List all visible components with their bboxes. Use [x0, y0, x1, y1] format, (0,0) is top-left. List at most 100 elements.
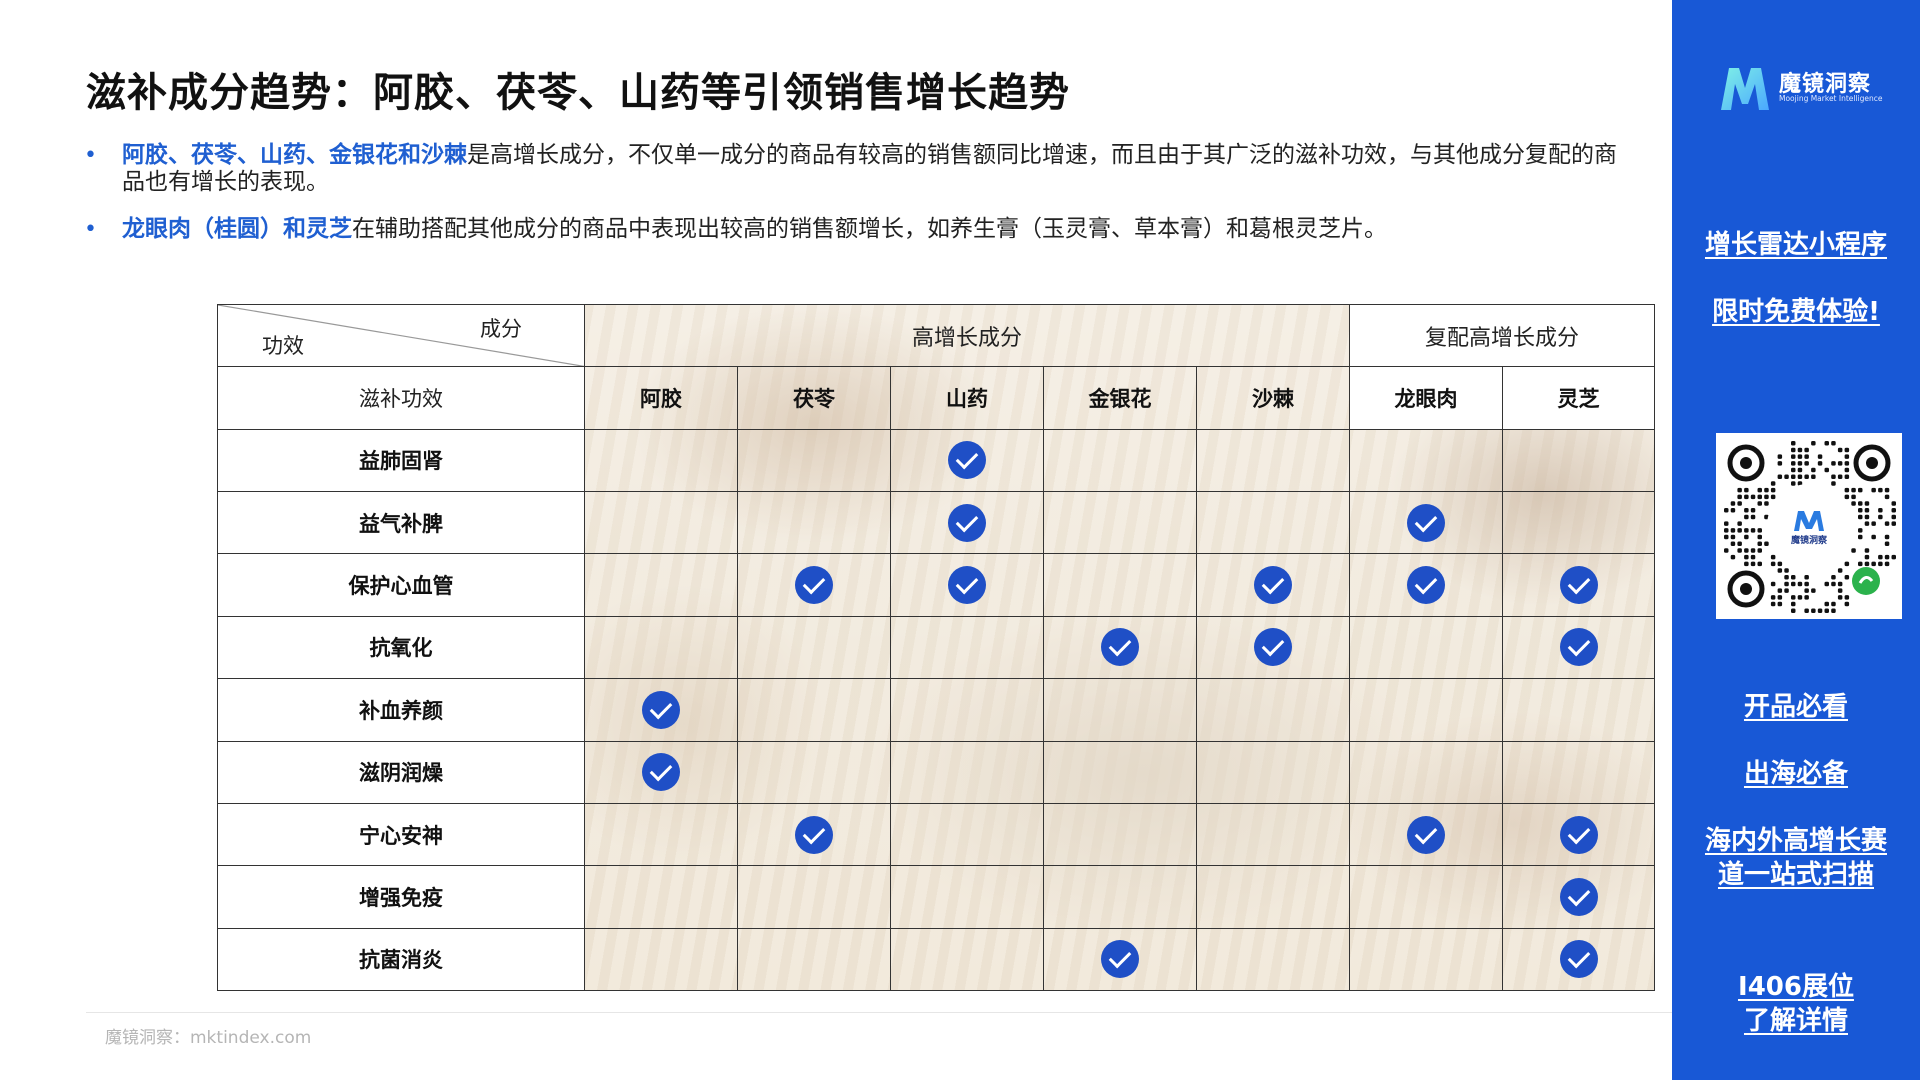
- effect-label: 益肺固肾: [217, 428, 585, 493]
- table-row: 益气补脾: [217, 491, 1656, 555]
- link-growth-radar[interactable]: 增长雷达小程序: [1672, 228, 1920, 262]
- link-growth-track-line2[interactable]: 道一站式扫描: [1672, 858, 1920, 892]
- link-free-trial[interactable]: 限时免费体验!: [1672, 295, 1920, 329]
- grid-cell: [584, 740, 738, 804]
- check-icon: [948, 566, 986, 605]
- table-row: 增强免疫: [217, 865, 1656, 929]
- page-title: 滋补成分趋势：阿胶、茯苓、山药等引领销售增长趋势: [86, 70, 1070, 116]
- logo-subtitle: Moojing Market Intelligence: [1779, 94, 1883, 103]
- grid-cell: [1349, 428, 1503, 493]
- effect-label: 保护心血管: [217, 553, 585, 617]
- column-header: 阿胶: [584, 366, 738, 430]
- effect-subheader: 滋补功效: [217, 366, 585, 430]
- link-overseas[interactable]: 出海必备: [1672, 757, 1920, 791]
- check-icon: [948, 503, 986, 542]
- group-header-row: 成分 功效 高增长成分 复配高增长成分: [217, 303, 1656, 368]
- grid-cell: [1501, 553, 1656, 617]
- grid-cell: [584, 865, 738, 929]
- grid-cell: [1349, 615, 1503, 680]
- grid-cell: [890, 740, 1044, 804]
- column-header-row: 滋补功效 阿胶 茯苓 山药 金银花 沙棘 龙眼肉 灵芝: [217, 366, 1656, 430]
- grid-cell: [584, 802, 738, 867]
- group-high-growth: 高增长成分: [584, 303, 1350, 368]
- grid-cell: [890, 428, 1044, 493]
- corner-effect-label: 功效: [262, 334, 304, 359]
- grid-cell: [737, 553, 891, 617]
- bullet-highlight: 阿胶、茯苓、山药、金银花和沙棘: [122, 142, 467, 168]
- check-icon: [1559, 566, 1598, 605]
- grid-cell: [1043, 927, 1197, 991]
- grid-cell: [890, 491, 1044, 555]
- link-growth-track-line1[interactable]: 海内外高增长赛: [1672, 824, 1920, 858]
- effect-label: 滋阴润燥: [217, 740, 585, 804]
- check-icon: [642, 753, 680, 792]
- promo-sidebar: 魔镜洞察 Moojing Market Intelligence 增长雷达小程序…: [1672, 0, 1920, 1080]
- table-row: 保护心血管: [217, 553, 1656, 617]
- grid-cell: [1196, 428, 1350, 493]
- bullet-list: • 阿胶、茯苓、山药、金银花和沙棘是高增长成分，不仅单一成分的商品有较高的销售额同…: [84, 142, 1624, 263]
- grid-cell: [1501, 678, 1656, 742]
- corner-cell: 成分 功效: [217, 303, 585, 368]
- check-icon: [1254, 566, 1292, 605]
- grid-cell: [737, 678, 891, 742]
- effect-label: 补血养颜: [217, 678, 585, 742]
- column-header: 山药: [890, 366, 1044, 430]
- bullet-text: 在辅助搭配其他成分的商品中表现出较高的销售额增长，如养生膏（玉灵膏、草本膏）和葛…: [352, 216, 1387, 242]
- grid-cell: [1043, 615, 1197, 680]
- check-icon: [1559, 940, 1598, 979]
- check-icon: [1407, 503, 1445, 542]
- grid-cell: [1501, 428, 1656, 493]
- grid-cell: [1043, 740, 1197, 804]
- grid-cell: [1349, 491, 1503, 555]
- grid-cell: [737, 491, 891, 555]
- check-icon: [642, 690, 680, 729]
- group-combo-high-growth: 复配高增长成分: [1348, 303, 1656, 368]
- grid-cell: [737, 740, 891, 804]
- grid-cell: [1349, 678, 1503, 742]
- qr-pattern: [1724, 441, 1896, 613]
- grid-cell: [737, 802, 891, 867]
- column-header: 灵芝: [1501, 366, 1656, 430]
- effect-label: 宁心安神: [217, 802, 585, 867]
- grid-cell: [1501, 865, 1656, 929]
- table-row: 滋阴润燥: [217, 740, 1656, 804]
- grid-cell: [584, 927, 738, 991]
- brand-logo: 魔镜洞察 Moojing Market Intelligence: [1717, 60, 1887, 116]
- grid-cell: [1196, 553, 1350, 617]
- bullet-highlight: 龙眼肉（桂圆）和灵芝: [122, 216, 352, 242]
- effect-label: 增强免疫: [217, 865, 585, 929]
- m-logo-icon: [1721, 68, 1769, 110]
- grid-cell: [1196, 740, 1350, 804]
- effect-label: 抗氧化: [217, 615, 585, 680]
- check-icon: [1101, 628, 1139, 667]
- link-product-dev[interactable]: 开品必看: [1672, 690, 1920, 724]
- grid-cell: [1196, 927, 1350, 991]
- qr-center-label: 魔镜洞察: [1790, 536, 1827, 546]
- grid-cell: [584, 678, 738, 742]
- bullet-dot-icon: •: [84, 143, 97, 168]
- footer-source: 魔镜洞察：mktindex.com: [105, 1028, 312, 1048]
- check-icon: [1559, 877, 1598, 916]
- effect-grid: 成分 功效 高增长成分 复配高增长成分 滋补功效 阿胶 茯苓 山药 金银花 沙棘 龙眼肉灵…: [217, 303, 1656, 991]
- table-row: 抗菌消炎: [217, 927, 1656, 991]
- grid-cell: [737, 428, 891, 493]
- qr-code[interactable]: 魔镜洞察: [1716, 433, 1902, 619]
- grid-cell: [1043, 553, 1197, 617]
- column-header: 茯苓: [737, 366, 891, 430]
- grid-cell: [737, 615, 891, 680]
- grid-cell: [1043, 491, 1197, 555]
- table-row: 宁心安神: [217, 802, 1656, 867]
- grid-cell: [1196, 802, 1350, 867]
- grid-cell: [1501, 491, 1656, 555]
- check-icon: [1254, 628, 1292, 667]
- link-booth-line1[interactable]: I406展位: [1672, 970, 1920, 1004]
- table-row: 抗氧化: [217, 615, 1656, 680]
- grid-cell: [1501, 802, 1656, 867]
- table-row: 益肺固肾: [217, 428, 1656, 493]
- grid-cell: [1043, 802, 1197, 867]
- check-icon: [795, 815, 833, 854]
- grid-cell: [1501, 740, 1656, 804]
- grid-cell: [1349, 802, 1503, 867]
- link-booth-line2[interactable]: 了解详情: [1672, 1004, 1920, 1038]
- grid-cell: [584, 553, 738, 617]
